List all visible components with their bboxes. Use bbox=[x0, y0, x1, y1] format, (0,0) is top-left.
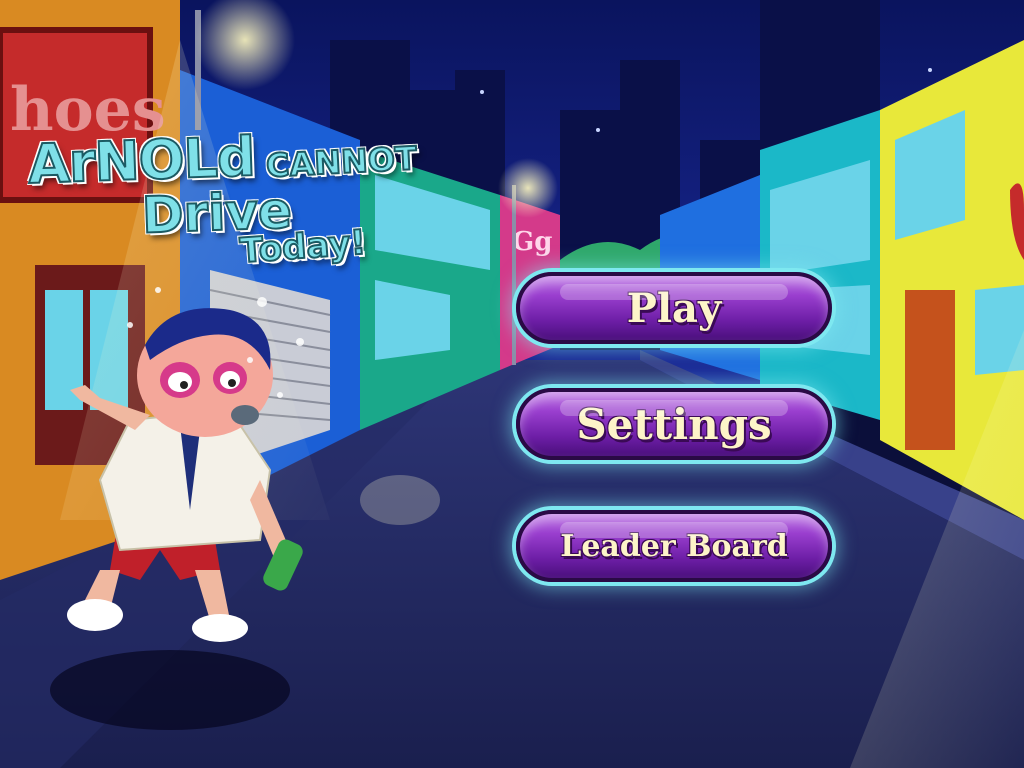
title-word-today: Today! bbox=[238, 222, 368, 273]
game-main-menu: hoes Gg ArNOLd CANNOT Drive Today! Play … bbox=[0, 0, 1024, 768]
button-shine bbox=[560, 400, 788, 416]
leaderboard-button[interactable]: Leader Board bbox=[516, 510, 832, 582]
settings-button[interactable]: Settings bbox=[516, 388, 832, 460]
button-shine bbox=[560, 522, 788, 538]
button-shine bbox=[560, 284, 788, 300]
title-word-cannot: CANNOT bbox=[264, 138, 419, 186]
title-word-arnold: ArNOLd bbox=[26, 124, 257, 197]
shop-sign-mid: Gg bbox=[512, 227, 552, 257]
play-button[interactable]: Play bbox=[516, 272, 832, 344]
game-title-logo: ArNOLd CANNOT Drive Today! bbox=[22, 124, 422, 280]
street-scene-background: hoes Gg bbox=[0, 0, 1024, 768]
